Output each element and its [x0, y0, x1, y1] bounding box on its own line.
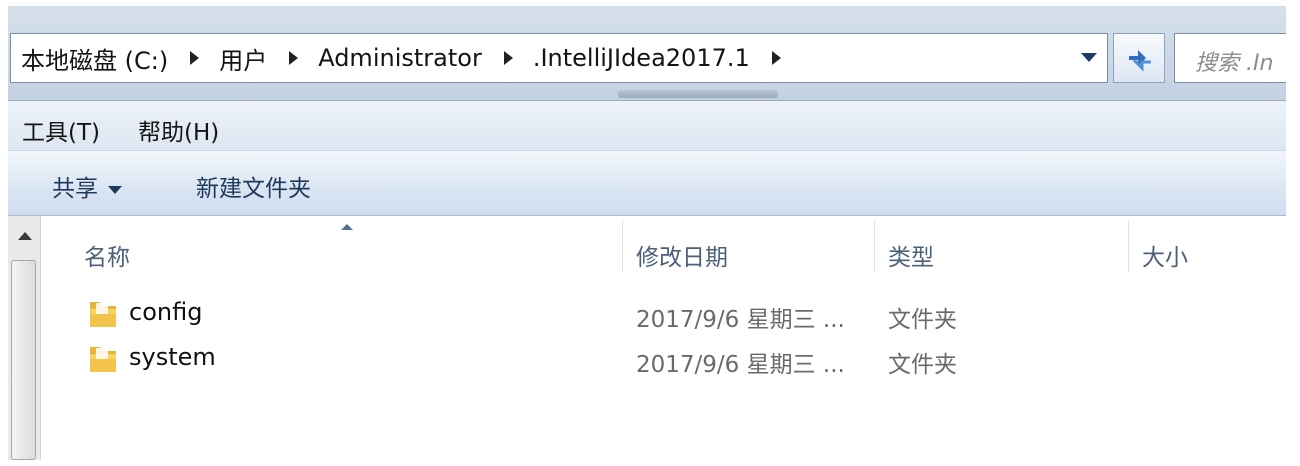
explorer-window: 本地磁盘 (C:) 用户 Administrator .IntelliJIdea…	[8, 6, 1286, 460]
scrollbar-thumb[interactable]	[11, 260, 36, 460]
file-modified: 2017/9/6 星期三 ...	[636, 307, 845, 333]
share-button[interactable]: 共享	[52, 169, 122, 203]
file-type: 文件夹	[888, 307, 957, 333]
crumb-separator-icon[interactable]	[771, 51, 781, 65]
share-dropdown-icon	[108, 185, 122, 194]
file-modified: 2017/9/6 星期三 ...	[636, 352, 845, 378]
refresh-icon	[1129, 50, 1151, 72]
column-header-size[interactable]: 大小	[1142, 238, 1188, 272]
crumb-intellij-folder[interactable]: .IntelliJIdea2017.1	[533, 44, 750, 72]
crumb-users[interactable]: 用户	[219, 41, 267, 76]
column-header-modified[interactable]: 修改日期	[636, 238, 728, 272]
file-name: system	[129, 343, 216, 371]
menu-bar: 工具(T) 帮助(H)	[8, 100, 1286, 150]
address-bar[interactable]: 本地磁盘 (C:) 用户 Administrator .IntelliJIdea…	[10, 33, 1108, 83]
file-list: 名称 修改日期 类型 大小 config 2017/9/6 星期三 ... 文件…	[8, 216, 1286, 460]
sort-ascending-icon	[341, 224, 353, 230]
search-placeholder: 搜索 .In	[1195, 51, 1274, 76]
file-type: 文件夹	[888, 352, 957, 378]
file-row-config[interactable]: config 2017/9/6 星期三 ... 文件夹	[68, 294, 1268, 334]
menu-tools[interactable]: 工具(T)	[22, 113, 100, 147]
folder-icon	[90, 347, 116, 372]
column-header-name[interactable]: 名称	[84, 238, 130, 272]
breadcrumb: 本地磁盘 (C:) 用户 Administrator .IntelliJIdea…	[21, 34, 801, 82]
column-divider[interactable]	[874, 220, 875, 272]
search-box[interactable]: 搜索 .In	[1174, 33, 1286, 83]
address-strip: 本地磁盘 (C:) 用户 Administrator .IntelliJIdea…	[8, 6, 1286, 100]
menu-help[interactable]: 帮助(H)	[138, 113, 219, 147]
crumb-separator-icon[interactable]	[289, 51, 299, 65]
refresh-button[interactable]	[1113, 33, 1165, 83]
column-divider[interactable]	[1128, 220, 1129, 272]
column-header-type[interactable]: 类型	[888, 238, 934, 272]
address-dropdown-icon[interactable]	[1081, 53, 1097, 62]
file-name: config	[129, 298, 203, 326]
address-scroll-indicator	[618, 90, 778, 98]
scroll-up-icon[interactable]	[18, 232, 32, 240]
crumb-administrator[interactable]: Administrator	[318, 44, 482, 72]
command-bar: 共享 新建文件夹	[8, 150, 1286, 216]
vertical-scrollbar[interactable]	[8, 216, 41, 460]
share-label: 共享	[52, 176, 98, 202]
folder-icon	[90, 302, 116, 327]
crumb-separator-icon[interactable]	[190, 51, 200, 65]
file-row-system[interactable]: system 2017/9/6 星期三 ... 文件夹	[68, 339, 1268, 379]
crumb-drive[interactable]: 本地磁盘 (C:)	[21, 41, 168, 76]
crumb-separator-icon[interactable]	[503, 51, 513, 65]
column-divider[interactable]	[622, 220, 623, 272]
new-folder-button[interactable]: 新建文件夹	[196, 169, 311, 203]
